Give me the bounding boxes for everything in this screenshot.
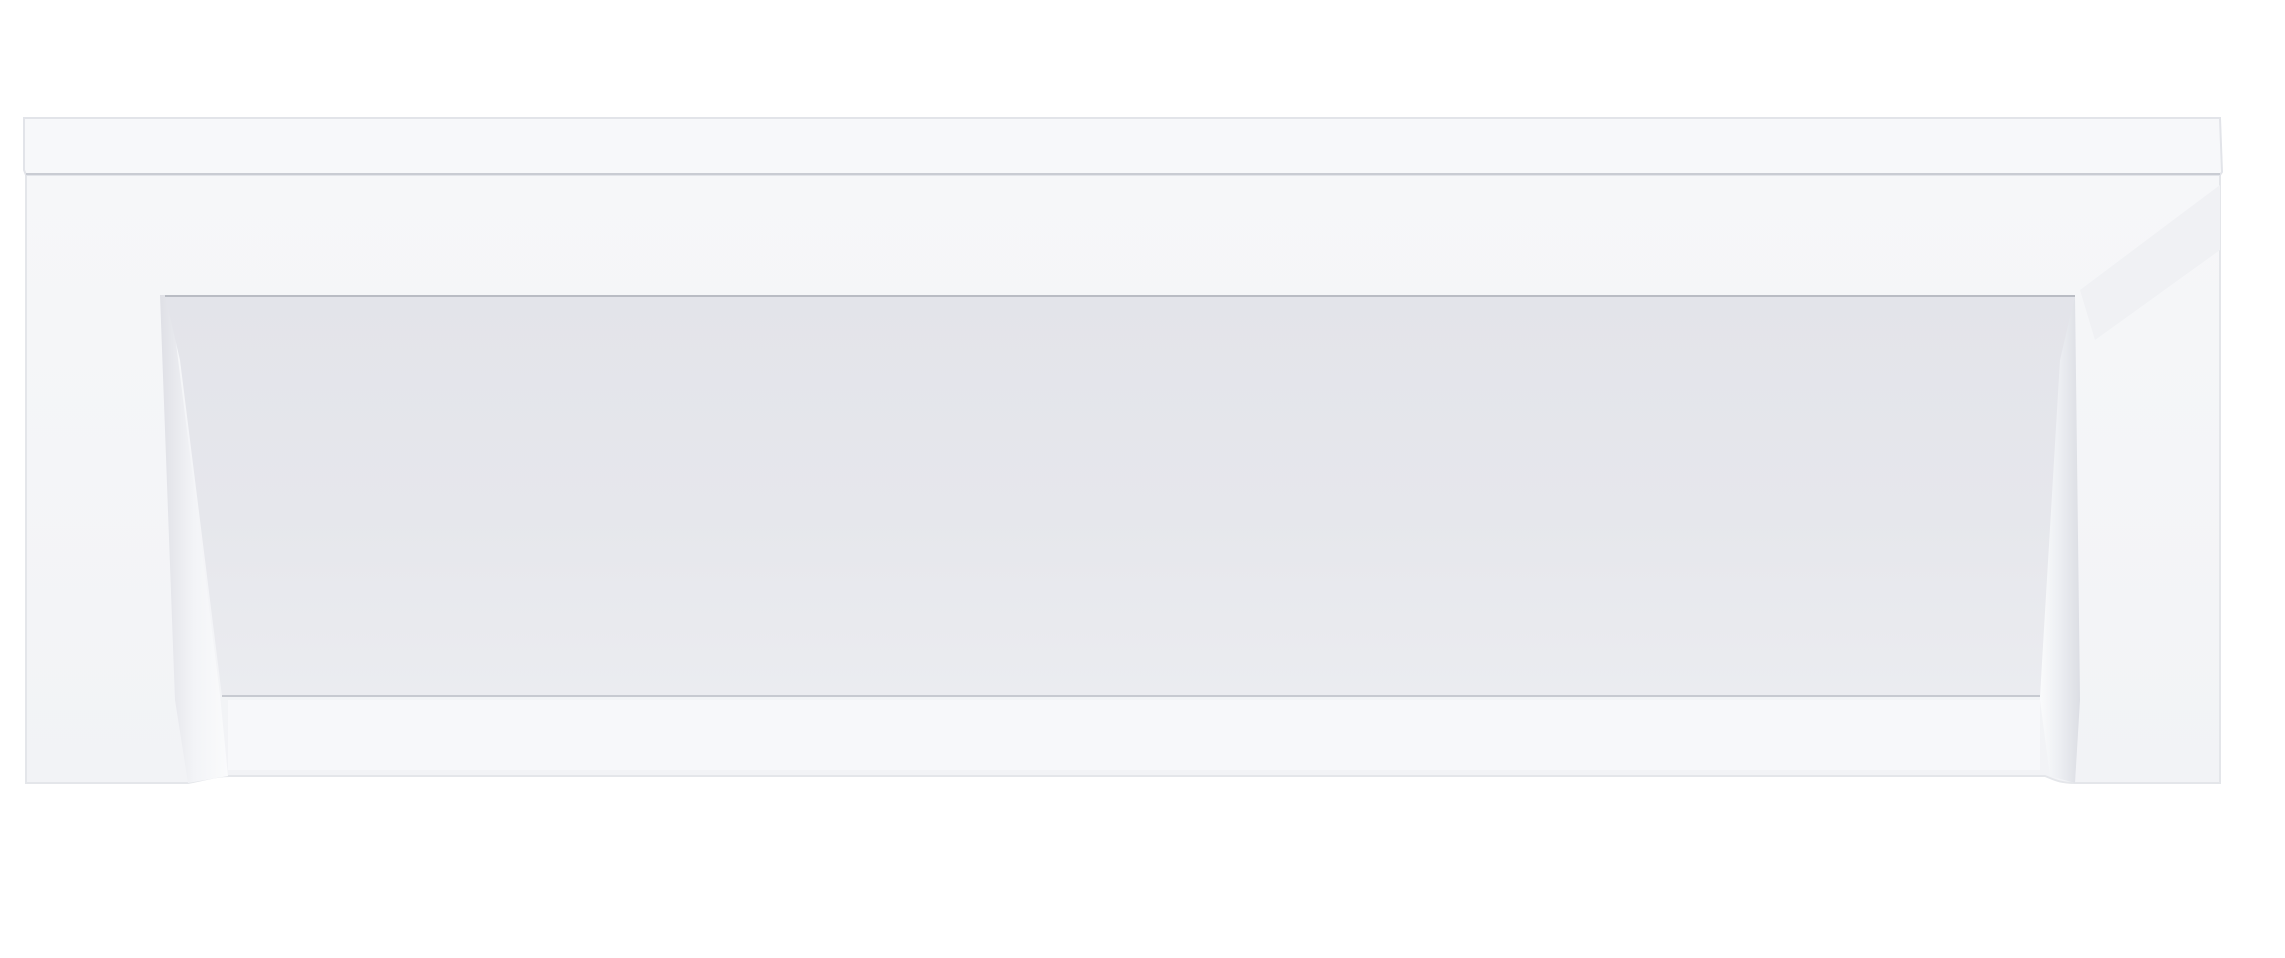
lower-lip-highlight (228, 700, 2040, 770)
panel-recess-face (165, 296, 2075, 696)
bath-panel-photo (23, 117, 2224, 784)
product-photo-canvas (0, 0, 2285, 958)
panel-top-lip (23, 117, 2224, 176)
